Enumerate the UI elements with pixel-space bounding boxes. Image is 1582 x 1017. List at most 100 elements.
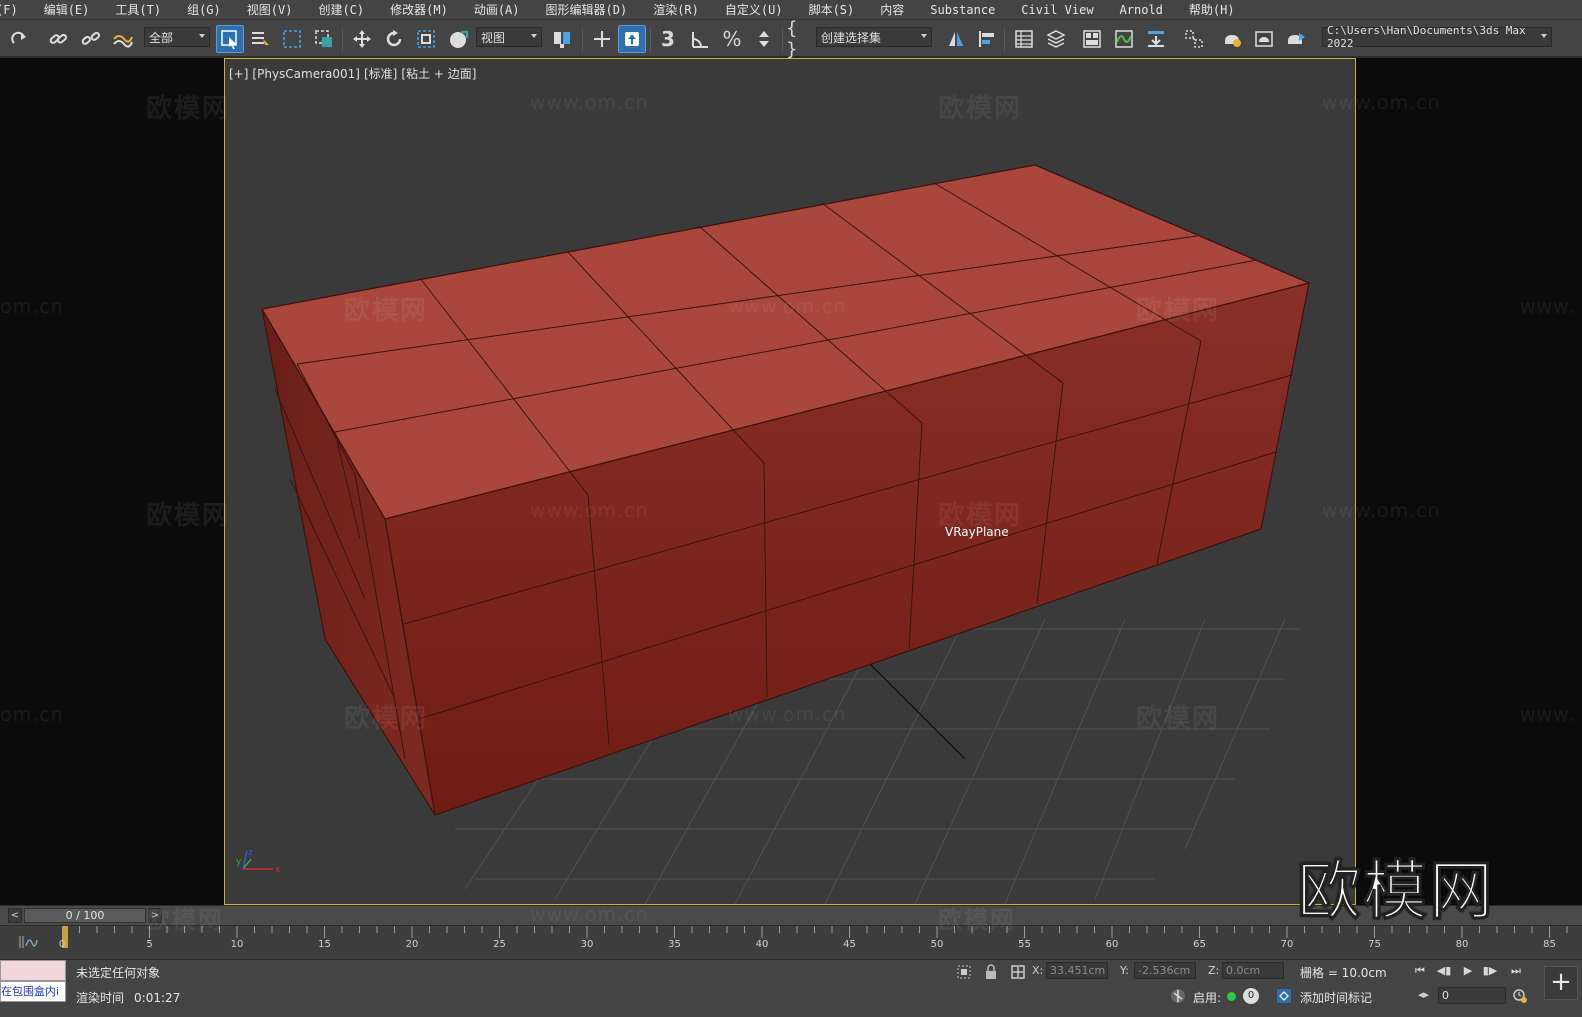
- viewport-label[interactable]: [+] [PhysCamera001] [标准] [粘土 + 边面]: [229, 65, 480, 82]
- camera-viewport[interactable]: [+] [PhysCamera001] [标准] [粘土 + 边面] VRayP…: [224, 58, 1356, 905]
- absolute-mode-icon[interactable]: [1010, 964, 1026, 983]
- schematic-view-icon[interactable]: [1142, 25, 1170, 53]
- redo-icon[interactable]: [6, 25, 34, 53]
- edit-named-selection-icon[interactable]: { }: [786, 18, 814, 60]
- isolate-selection-icon[interactable]: [956, 964, 972, 983]
- menu-create[interactable]: 创建(C): [305, 1, 377, 18]
- time-prev-button[interactable]: <: [8, 908, 22, 923]
- enable-indicator[interactable]: [1227, 992, 1236, 1001]
- next-frame-icon[interactable]: ▮▶: [1480, 964, 1500, 980]
- select-manipulate-icon[interactable]: [588, 25, 616, 53]
- bind-spacewarp-icon[interactable]: [108, 25, 136, 53]
- menu-help[interactable]: 帮助(H): [1176, 1, 1248, 18]
- menu-edit[interactable]: 编辑(E): [31, 1, 103, 18]
- go-to-start-icon[interactable]: ⏮: [1410, 964, 1430, 980]
- link-icon[interactable]: [44, 25, 72, 53]
- grid-spacing: 栅格 = 10.0cm: [1300, 966, 1387, 980]
- add-time-tag-button[interactable]: 添加时间标记: [1300, 989, 1372, 1006]
- layer-explorer-icon[interactable]: [1042, 25, 1070, 53]
- lock-icon[interactable]: [984, 964, 998, 983]
- toggle-ribbon-icon[interactable]: [1078, 25, 1106, 53]
- viewport-shading-standard[interactable]: [标准]: [364, 67, 397, 81]
- menu-animation[interactable]: 动画(A): [461, 1, 533, 18]
- adaptive-degradation-icon[interactable]: [1170, 988, 1186, 1007]
- menu-customize[interactable]: 自定义(U): [712, 1, 796, 18]
- rotate-icon[interactable]: [380, 25, 408, 53]
- curve-editor-mini-icon[interactable]: [18, 934, 38, 953]
- time-next-button[interactable]: >: [148, 908, 162, 923]
- pivot-center-icon[interactable]: [548, 25, 576, 53]
- time-slider-thumb[interactable]: 0 / 100: [24, 908, 146, 923]
- watermark: 欧模网: [146, 501, 231, 531]
- viewport-menu-plus[interactable]: [+]: [229, 67, 248, 81]
- maxscript-mini-listener[interactable]: 在包围盒内i: [0, 960, 66, 1004]
- menu-modifiers[interactable]: 修改器(M): [377, 1, 461, 18]
- rectangular-selection-icon[interactable]: [278, 25, 306, 53]
- z-coord-field[interactable]: 0.0cm: [1222, 962, 1284, 979]
- render-time: 渲染时间 0:01:27: [76, 989, 190, 1006]
- place-icon[interactable]: [444, 25, 472, 53]
- unlink-icon[interactable]: [76, 25, 104, 53]
- track-tick-label: 5: [146, 939, 153, 950]
- time-configuration-icon[interactable]: [1512, 988, 1528, 1007]
- play-icon[interactable]: ▶: [1458, 964, 1478, 980]
- previous-frame-icon[interactable]: ◀▮: [1434, 964, 1454, 980]
- window-crossing-icon[interactable]: [310, 25, 338, 53]
- snap-toggle-icon[interactable]: 3: [654, 25, 682, 53]
- menu-rendering[interactable]: 渲染(R): [640, 1, 712, 18]
- x-coord-field[interactable]: 33.451cm: [1046, 962, 1108, 979]
- track-tick-label: 80: [1455, 939, 1469, 950]
- frame-spinner-arrows-icon[interactable]: ◂▸: [1418, 988, 1429, 1001]
- project-path-value: C:\Users\Han\Documents\3ds Max 2022: [1327, 24, 1526, 50]
- select-by-name-icon[interactable]: [246, 25, 274, 53]
- add-icon[interactable]: +: [1544, 966, 1578, 1000]
- reference-coord-dropdown[interactable]: 视图: [476, 27, 542, 47]
- menu-group[interactable]: 组(G): [174, 1, 234, 18]
- align-icon[interactable]: [972, 25, 1000, 53]
- material-editor-icon[interactable]: [1180, 25, 1208, 53]
- track-tick-label: 10: [230, 939, 244, 950]
- rendered-frame-window-icon[interactable]: [1250, 25, 1278, 53]
- current-frame-field[interactable]: 0: [1438, 987, 1506, 1004]
- project-path-dropdown[interactable]: C:\Users\Han\Documents\3ds Max 2022: [1322, 24, 1552, 50]
- viewport-camera-name[interactable]: [PhysCamera001]: [252, 67, 360, 81]
- menu-tools[interactable]: 工具(T): [102, 1, 174, 18]
- watermark-url: om.cn: [0, 296, 64, 318]
- menu-graph-editors[interactable]: 图形编辑器(D): [533, 1, 641, 18]
- y-coord-field[interactable]: -2.536cm: [1134, 962, 1196, 979]
- keyboard-shortcut-override-icon[interactable]: [618, 25, 646, 53]
- listener-macro-recorder[interactable]: [0, 960, 66, 981]
- render-setup-icon[interactable]: [1218, 25, 1246, 53]
- menu-scripting[interactable]: 脚本(S): [796, 1, 868, 18]
- curve-editor-icon[interactable]: [1110, 25, 1138, 53]
- go-to-end-icon[interactable]: ⏭: [1506, 964, 1526, 980]
- world-axis-line: [864, 658, 966, 760]
- named-selection-dropdown[interactable]: 创建选择集: [816, 27, 932, 47]
- scale-icon[interactable]: [412, 25, 440, 53]
- selection-filter-dropdown[interactable]: 全部: [144, 27, 210, 47]
- menu-file[interactable]: (F): [0, 3, 31, 17]
- y-label: Y:: [1120, 964, 1129, 977]
- menu-substance[interactable]: Substance: [917, 3, 1008, 17]
- render-production-icon[interactable]: [1282, 25, 1310, 53]
- menu-arnold[interactable]: Arnold: [1107, 3, 1176, 17]
- viewport-display-mode[interactable]: [粘土 + 边面]: [401, 67, 476, 81]
- main-toolbar: 全部 视图 3 % { } 创建选择集 C:\Users\Han\Documen…: [0, 18, 1582, 60]
- mirror-icon[interactable]: [942, 25, 970, 53]
- select-object-icon[interactable]: [216, 25, 244, 53]
- add-time-tag-icon[interactable]: [1276, 988, 1292, 1007]
- track-tick-label: 75: [1368, 939, 1381, 950]
- watermark-url: om.cn: [0, 704, 64, 726]
- menu-views[interactable]: 视图(V): [234, 1, 306, 18]
- listener-output[interactable]: 在包围盒内i: [0, 981, 66, 1002]
- menu-content[interactable]: 内容: [867, 1, 917, 18]
- scene-explorer-icon[interactable]: [1010, 25, 1038, 53]
- x-label: X:: [1032, 964, 1044, 977]
- status-message: 未选定任何对象: [76, 966, 161, 980]
- spinner-snap-icon[interactable]: [750, 25, 778, 53]
- angle-snap-icon[interactable]: [686, 25, 714, 53]
- menu-civil-view[interactable]: Civil View: [1008, 3, 1106, 17]
- move-icon[interactable]: [348, 25, 376, 53]
- percent-snap-icon[interactable]: %: [718, 25, 746, 53]
- selection-filter-value: 全部: [149, 30, 174, 45]
